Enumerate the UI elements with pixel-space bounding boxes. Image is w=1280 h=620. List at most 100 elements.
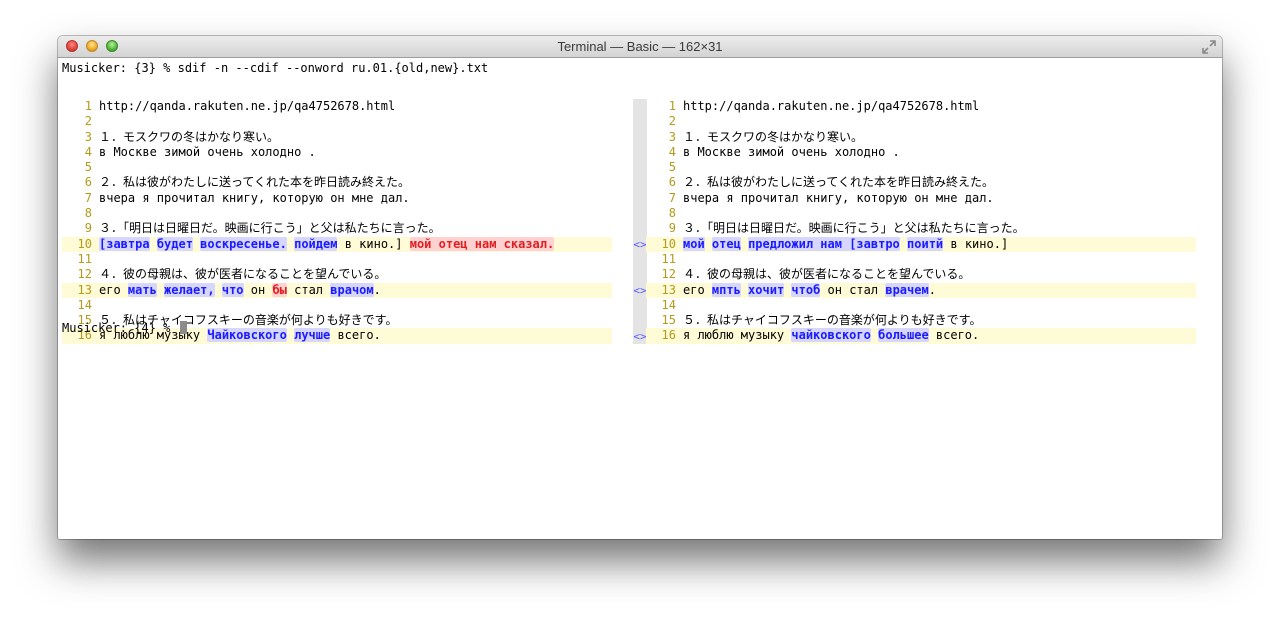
line-text: его <box>683 282 712 297</box>
changed-word: предложил нам [завтро <box>748 236 900 251</box>
line-text <box>705 237 712 251</box>
line-number: 16 <box>661 328 676 343</box>
terminal-content[interactable]: Musicker: {3} % sdif -n --cdif --onword … <box>58 58 1222 539</box>
line-number: 6 <box>84 175 92 190</box>
old-diff-line: 6 ２．私は彼がわたしに送ってくれた本を昨日読み終えた。 <box>62 175 612 190</box>
old-diff-line: 14 <box>62 298 612 313</box>
line-number: 14 <box>661 297 676 312</box>
line-text: я люблю музыку <box>683 328 792 343</box>
changed-word: врачем <box>885 282 929 297</box>
line-number: 11 <box>77 251 92 266</box>
old-diff-line: 4 в Москве зимой очень холодно . <box>62 145 612 160</box>
new-diff-line: 16 я люблю музыку чайковского большее все… <box>646 328 1196 344</box>
command-line: Musicker: {3} % sdif -n --cdif --onword … <box>62 61 488 76</box>
line-text <box>900 237 907 251</box>
old-diff-line: 10 [завтра будет воскресенье. пойдем в ки… <box>62 236 612 252</box>
new-diff-line: 7 вчера я прочитал книгу, которую он мне … <box>646 191 1196 206</box>
fullscreen-icon[interactable] <box>1202 40 1216 54</box>
line-number: 3 <box>668 129 676 144</box>
line-text: он стал <box>820 282 886 297</box>
changed-word: Чайковского <box>207 328 287 343</box>
line-number: 7 <box>668 190 676 205</box>
line-text: ２．私は彼がわたしに送ってくれた本を昨日読み終えた。 <box>99 175 411 190</box>
old-diff-line: 11 <box>62 252 612 267</box>
changed-word: большее <box>878 328 929 343</box>
final-command-line: Musicker: {4} % <box>62 321 187 336</box>
shell-prompt: Musicker: {3} % <box>62 61 178 75</box>
changed-word: [завтра <box>99 236 150 251</box>
line-text <box>741 237 748 251</box>
line-text: １．モスクワの冬はかなり寒い。 <box>99 129 280 144</box>
line-text: １．モスクワの冬はかなり寒い。 <box>683 129 864 144</box>
line-number: 15 <box>661 313 676 328</box>
line-text <box>215 283 222 297</box>
changed-word: лучше <box>294 328 331 343</box>
change-marker: <> <box>633 237 647 251</box>
line-number: 14 <box>77 297 92 312</box>
line-number: 6 <box>668 175 676 190</box>
line-text: в Москве зимой очень холодно . <box>99 144 316 159</box>
line-text: ３．「明日は日曜日だ。映画に行こう」と父は私たちに言った。 <box>683 221 1025 236</box>
line-number: 4 <box>84 144 92 159</box>
line-text: стал <box>286 282 331 297</box>
line-number: 9 <box>668 221 676 236</box>
line-text: ２．私は彼がわたしに送ってくれた本を昨日読み終えた。 <box>683 175 995 190</box>
new-diff-line: 1 http://qanda.rakuten.ne.jp/qa4752678.ht… <box>646 99 1196 114</box>
line-text: ５．私はチャイコフスキーの音楽が何よりも好きです。 <box>683 313 982 328</box>
line-number: 2 <box>84 114 92 129</box>
line-number: 8 <box>84 206 92 221</box>
change-marker: <> <box>633 283 647 297</box>
old-diff-line: 9 ３．「明日は日曜日だ。映画に行こう」と父は私たちに言った。 <box>62 221 612 236</box>
change-marker: <> <box>633 329 647 343</box>
line-text: в Москве зимой очень холодно . <box>683 144 900 159</box>
line-text: ４．彼の母親は、彼が医者になることを望んでいる。 <box>683 267 971 282</box>
line-number: 4 <box>668 144 676 159</box>
line-number: 3 <box>84 129 92 144</box>
line-text: http://qanda.rakuten.ne.jp/qa4752678.htm… <box>99 99 396 113</box>
old-diff-line: 1 http://qanda.rakuten.ne.jp/qa4752678.ht… <box>62 99 612 114</box>
old-diff-line: 5 <box>62 160 612 175</box>
new-diff-line: 13 его мпть хочит чтоб он стал врачем. <box>646 282 1196 298</box>
line-text <box>150 237 157 251</box>
new-diff-line: 10 мой отец предложил нам [завтро поитй в… <box>646 236 1196 252</box>
new-diff-line: 3 １．モスクワの冬はかなり寒い。 <box>646 130 1196 145</box>
line-number: 11 <box>661 251 676 266</box>
line-number: 1 <box>668 99 676 113</box>
new-diff-line: 2 <box>646 114 1196 129</box>
shell-prompt: Musicker: {4} % <box>62 321 178 335</box>
line-text: всего. <box>928 328 980 343</box>
changed-word: чайковского <box>791 328 871 343</box>
new-diff-line: 14 <box>646 298 1196 313</box>
changed-word: мать <box>127 282 157 297</box>
line-number: 9 <box>84 221 92 236</box>
line-number: 10 <box>77 236 92 251</box>
line-text: ３．「明日は日曜日だ。映画に行こう」と父は私たちに言った。 <box>99 221 441 236</box>
changed-word: что <box>221 282 244 297</box>
line-number: 1 <box>84 99 92 113</box>
line-number: 13 <box>77 282 92 297</box>
line-number: 7 <box>84 190 92 205</box>
new-diff-line: 4 в Москве зимой очень холодно . <box>646 145 1196 160</box>
line-number: 13 <box>661 282 676 297</box>
line-text: вчера я прочитал книгу, которую он мне д… <box>99 190 410 205</box>
line-number: 5 <box>668 160 676 175</box>
old-diff-line: 3 １．モスクワの冬はかなり寒い。 <box>62 130 612 145</box>
command-text: sdif -n --cdif --onword ru.01.{old,new}.… <box>177 61 489 75</box>
changed-word: мой <box>683 236 705 251</box>
title-bar[interactable]: Terminal — Basic — 162×31 <box>58 36 1222 58</box>
line-number: 2 <box>668 114 676 129</box>
new-diff-line: 5 <box>646 160 1196 175</box>
new-diff-line: 12 ４．彼の母親は、彼が医者になることを望んでいる。 <box>646 267 1196 282</box>
diff-pane-old: 1 http://qanda.rakuten.ne.jp/qa4752678.ht… <box>62 99 612 344</box>
line-text <box>157 283 164 297</box>
old-diff-line: 8 <box>62 206 612 221</box>
new-diff-line: 9 ３．「明日は日曜日だ。映画に行こう」と父は私たちに言った。 <box>646 221 1196 236</box>
line-text: ４．彼の母親は、彼が医者になることを望んでいる。 <box>99 267 387 282</box>
line-number: 10 <box>661 236 676 251</box>
new-diff-line: 15 ５．私はチャイコフスキーの音楽が何よりも好きです。 <box>646 313 1196 328</box>
line-number: 12 <box>661 267 676 282</box>
line-text <box>287 328 294 342</box>
diff-gutter: <> <> <> <box>633 99 647 344</box>
line-text: его <box>99 282 128 297</box>
changed-word: пойдем <box>294 236 338 251</box>
